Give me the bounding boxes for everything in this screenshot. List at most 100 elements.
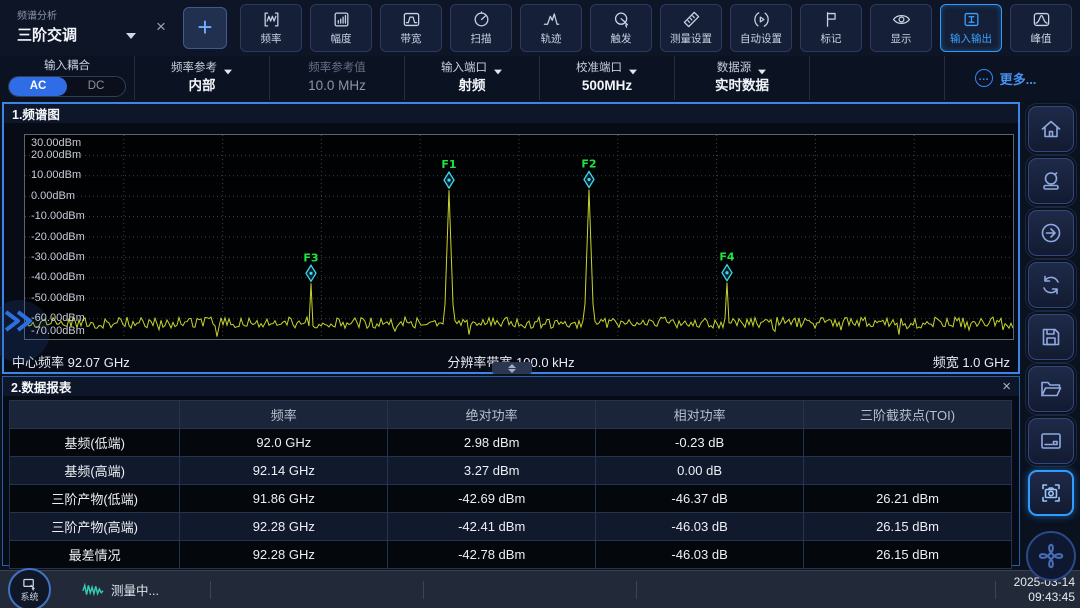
report-cell: 3.27 dBm [388, 457, 596, 485]
toolbar-button-ruler[interactable]: 测量设置 [660, 4, 722, 52]
toolbar-button-amp[interactable]: 幅度 [310, 4, 372, 52]
toolbar-button-auto[interactable]: 自动设置 [730, 4, 792, 52]
toolbar-button-freq[interactable]: 频率 [240, 4, 302, 52]
toggle-option-ac[interactable]: AC [9, 77, 67, 96]
setting-value: 实时数据 [715, 77, 769, 94]
report-cell [804, 457, 1012, 485]
screenshot-button[interactable] [1028, 470, 1074, 516]
preset-button[interactable] [1028, 158, 1074, 204]
report-cell: -42.69 dBm [388, 485, 596, 513]
toolbar-button-eye[interactable]: 显示 [870, 4, 932, 52]
refresh-button[interactable] [1028, 262, 1074, 308]
spectrum-trace-svg: F1 F2 F3 F4 [25, 135, 1013, 339]
report-row[interactable]: 基频(低端)92.0 GHz2.98 dBm-0.23 dB [10, 429, 1012, 457]
toolbar-button-peak[interactable]: 峰值 [1010, 4, 1072, 52]
report-row[interactable]: 基频(高端)92.14 GHz3.27 dBm0.00 dB [10, 457, 1012, 485]
report-close-icon[interactable]: × [1002, 379, 1011, 395]
status-bar: 系统 测量中... 2025-03-14 09:43:45 [0, 570, 1080, 608]
span-readout[interactable]: 频宽 1.0 GHz [933, 352, 1010, 371]
report-cell: 26.15 dBm [804, 513, 1012, 541]
bw-icon [402, 10, 421, 29]
home-button[interactable] [1028, 106, 1074, 152]
report-cell [804, 429, 1012, 457]
save-button[interactable] [1028, 314, 1074, 360]
report-row[interactable]: 最差情况92.28 GHz-42.78 dBm-46.03 dB26.15 dB… [10, 541, 1012, 569]
toolbar-button-label: 峰值 [1031, 31, 1052, 46]
toolbar-button-label: 显示 [891, 31, 912, 46]
toolbar-button-trig[interactable]: 触发 [590, 4, 652, 52]
setting-freq-reference[interactable]: 频率参考内部 [135, 56, 270, 100]
toolbar-button-label: 标记 [821, 31, 842, 46]
setting-label: 校准端口 [576, 62, 638, 75]
toolbar-button-flag[interactable]: 标记 [800, 4, 862, 52]
system-button[interactable]: 系统 [8, 568, 51, 608]
toggle-option-dc[interactable]: DC [67, 77, 125, 96]
report-cell: -46.37 dB [596, 485, 804, 513]
report-cell: 92.0 GHz [180, 429, 388, 457]
setting-input-coupling[interactable]: 输入耦合ACDC [0, 56, 135, 100]
y-axis-tick-label: 30.00dBm [31, 137, 81, 149]
report-cell: -46.03 dB [596, 541, 804, 569]
more-label: 更多... [1000, 69, 1037, 88]
measurement-name[interactable]: 三阶交调 [17, 24, 77, 45]
toolbar-button-label: 轨迹 [541, 31, 562, 46]
marker-label: F4 [719, 251, 735, 264]
toolbar-button-label: 触发 [611, 31, 632, 46]
setting-input-port[interactable]: 输入端口射频 [405, 56, 540, 100]
setting-value: 500MHz [582, 77, 632, 94]
splitter-up-arrow-icon [508, 364, 516, 368]
report-row-label: 最差情况 [10, 541, 180, 569]
report-table-body: 基频(低端)92.0 GHz2.98 dBm-0.23 dB基频(高端)92.1… [10, 429, 1012, 569]
marker-F2[interactable]: F2 [581, 158, 596, 188]
toolbar-button-label: 带宽 [401, 31, 422, 46]
window-layout-button[interactable] [1028, 418, 1074, 464]
report-column-header: 绝对功率 [388, 401, 596, 429]
report-cell: 92.28 GHz [180, 513, 388, 541]
setting-data-source[interactable]: 数据源实时数据 [675, 56, 810, 100]
dropdown-caret-icon [758, 70, 766, 75]
y-axis-tick-label: -30.00dBm [31, 251, 85, 263]
add-measurement-button[interactable]: + [183, 7, 227, 49]
spectrum-plot[interactable]: F1F2F3F430.00dBm20.00dBm10.00dBm0.00dBm-… [24, 134, 1014, 340]
report-row-label: 三阶产物(高端) [10, 513, 180, 541]
open-file-button[interactable] [1028, 366, 1074, 412]
report-cell: 92.14 GHz [180, 457, 388, 485]
marker-F4[interactable]: F4 [719, 251, 735, 281]
spectrum-analyzer-app: 频谱分析 三阶交调 × + 频率幅度带宽扫描轨迹触发测量设置自动设置标记显示输入… [0, 0, 1080, 608]
setting-value: 10.0 MHz [308, 77, 366, 94]
more-ellipsis-icon: … [975, 69, 993, 87]
setting-value: 内部 [189, 77, 216, 94]
marker-F3[interactable]: F3 [303, 251, 318, 281]
marker-F1[interactable]: F1 [441, 158, 456, 188]
measurement-close-icon[interactable]: × [150, 16, 172, 38]
window-icon [1039, 429, 1063, 453]
toolbar-button-io[interactable]: 输入输出 [940, 4, 1002, 52]
report-cell: -0.23 dB [596, 429, 804, 457]
dropdown-caret-icon [494, 70, 502, 75]
pinwheel-menu-button[interactable] [1026, 531, 1076, 581]
setting-label: 数据源 [717, 62, 768, 75]
toolbar-button-label: 频率 [261, 31, 282, 46]
reference-level-indicator-icon[interactable] [2, 308, 38, 334]
toolbar-button-sweep[interactable]: 扫描 [450, 4, 512, 52]
setting-cal-port[interactable]: 校准端口 500MHz [540, 56, 675, 100]
toolbar-button-bw[interactable]: 带宽 [380, 4, 442, 52]
setting-more[interactable]: … 更多... [945, 56, 1080, 100]
marker-label: F2 [581, 158, 596, 171]
report-row-label: 基频(低端) [10, 429, 180, 457]
report-row[interactable]: 三阶产物(低端)91.86 GHz-42.69 dBm-46.37 dB26.2… [10, 485, 1012, 513]
trace-icon [542, 10, 561, 29]
marker-dot-icon [309, 272, 312, 275]
toolbar-button-trace[interactable]: 轨迹 [520, 4, 582, 52]
setting-value: 射频 [459, 77, 486, 94]
splitter-down-arrow-icon [508, 369, 516, 373]
spectrum-window-titlebar: 1.频谱图 [4, 104, 1018, 123]
report-cell: 2.98 dBm [388, 429, 596, 457]
redo-button[interactable] [1028, 210, 1074, 256]
system-button-label: 系统 [20, 592, 38, 602]
window-splitter-handle[interactable] [492, 362, 532, 374]
home-icon [1039, 117, 1063, 141]
measurement-dropdown-caret-icon[interactable] [126, 33, 136, 39]
folder-icon [1039, 377, 1063, 401]
report-row[interactable]: 三阶产物(高端)92.28 GHz-42.41 dBm-46.03 dB26.1… [10, 513, 1012, 541]
